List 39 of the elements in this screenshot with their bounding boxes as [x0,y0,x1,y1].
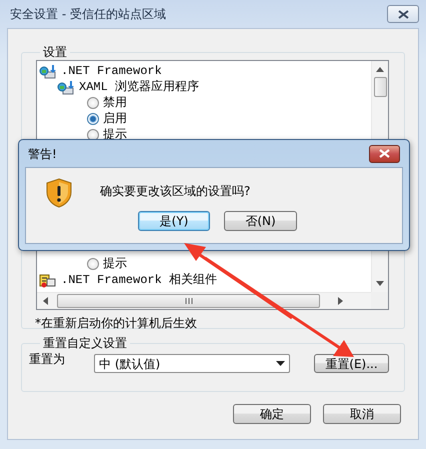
scroll-left-icon[interactable] [43,297,48,305]
warning-shield-icon [46,178,72,208]
computer-globe-icon [39,64,57,78]
scroll-thumb[interactable] [57,294,320,308]
dialog-button[interactable]: 是(Y) [138,211,210,231]
group-title: 重置自定义设置 [42,336,128,350]
option-label: 提示 [103,256,127,273]
radio-button[interactable] [87,258,99,270]
dialog-button[interactable]: 否(N) [224,211,297,231]
computer-globe-icon [57,80,75,94]
reset-button[interactable]: 重置(E)... [314,354,389,373]
close-icon [398,10,408,18]
close-button[interactable] [369,144,400,162]
dialog-button[interactable]: 确定 [233,404,311,424]
close-icon [379,149,390,158]
dialog-title: 警告! [28,146,57,162]
reset-level-dropdown[interactable]: 中 (默认值) [94,354,290,373]
radio-button[interactable] [87,113,99,125]
grip-icon [184,298,192,304]
dialog-message: 确实要更改该区域的设置吗? [100,183,250,200]
option-label: 启用 [103,111,127,128]
option-label: 禁用 [103,95,127,112]
dialog-button[interactable]: 取消 [323,404,401,424]
scroll-right-icon[interactable] [338,297,343,305]
radio-button[interactable] [87,97,99,109]
scroll-down-icon[interactable] [376,281,384,286]
caret-icon [276,361,285,366]
reset-label: 重置为 [29,351,65,368]
setting-label: .NET Framework [61,63,162,80]
group-title: 设置 [42,45,68,59]
scroll-up-icon[interactable] [376,67,384,72]
close-button[interactable] [387,5,419,23]
horizontal-scrollbar[interactable] [37,292,371,309]
window-title: 安全设置 - 受信任的站点区域 [10,6,166,23]
restart-note: *在重新启动你的计算机后生效 [35,315,198,332]
component-icon [39,272,57,288]
setting-label: XAML 浏览器应用程序 [79,79,200,96]
setting-label: .NET Framework 相关组件 [61,272,218,289]
scroll-thumb[interactable] [374,77,386,97]
